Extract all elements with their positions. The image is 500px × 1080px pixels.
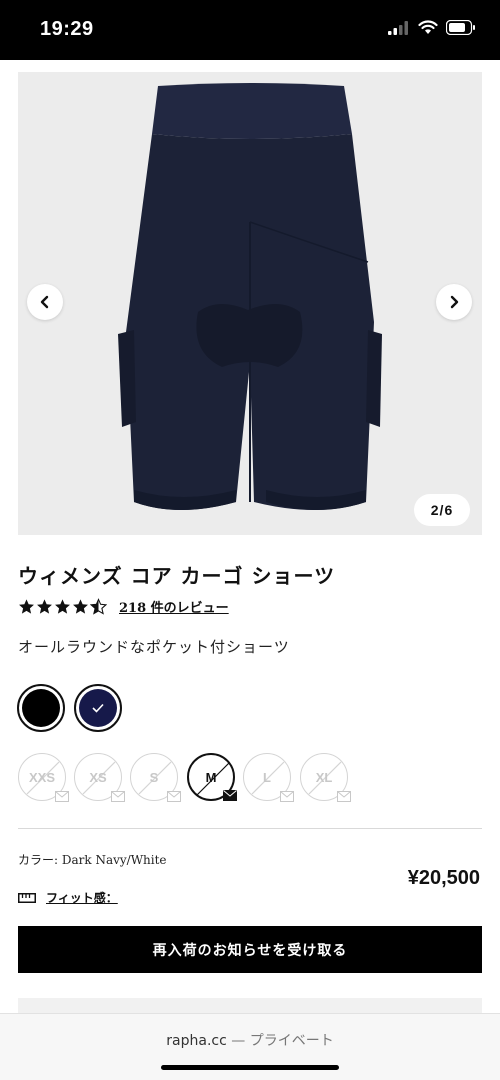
size-option-xs[interactable]: XS (74, 753, 125, 802)
price: ¥20,500 (407, 867, 480, 889)
mail-icon (223, 790, 237, 801)
swatch-fill (22, 689, 60, 727)
reviews-link[interactable]: 218 件のレビュー (119, 597, 229, 616)
color-swatch-black[interactable] (17, 684, 65, 732)
color-swatch-navy[interactable] (74, 684, 122, 732)
product-image (118, 83, 382, 510)
size-option-l[interactable]: L (243, 753, 294, 802)
mail-icon (111, 791, 125, 802)
restock-notify-button[interactable]: 再入荷のお知らせを受け取る (18, 926, 482, 973)
signal-icon (388, 20, 408, 35)
product-gallery[interactable]: 2/6 (18, 72, 482, 535)
mail-icon (280, 791, 294, 802)
star-icon (73, 599, 88, 614)
fit-guide-link[interactable]: フィット感： (18, 889, 118, 906)
swatch-fill (79, 689, 117, 727)
browser-bottom-bar: rapha.cc — プライベート (0, 1013, 500, 1080)
size-label: XXS (28, 769, 55, 785)
ruler-icon (18, 892, 36, 903)
half-star-icon (90, 598, 107, 615)
mail-icon (337, 791, 351, 802)
size-label: XS (89, 769, 107, 785)
address-domain: rapha.cc (166, 1033, 227, 1049)
size-label: S (149, 769, 159, 785)
divider (18, 828, 482, 829)
wifi-icon (418, 20, 438, 34)
size-option-xl[interactable]: XL (300, 753, 351, 802)
status-time: 19:29 (40, 18, 94, 40)
star-icon (55, 599, 70, 614)
rating-stars (18, 598, 107, 615)
private-mode-label: — プライベート (231, 1033, 334, 1049)
address-bar[interactable]: rapha.cc — プライベート (0, 1030, 500, 1050)
size-label: XL (315, 769, 333, 785)
image-counter: 2/6 (414, 494, 470, 526)
home-indicator[interactable] (161, 1065, 339, 1070)
size-option-xxs[interactable]: XXS (18, 753, 69, 802)
product-subtitle: オールラウンドなポケット付ショーツ (18, 638, 290, 656)
fit-label: フィット感： (46, 891, 118, 905)
mail-icon (55, 791, 69, 802)
chevron-left-icon (40, 295, 49, 309)
selected-color-label: カラー: Dark Navy/White (18, 853, 167, 867)
star-icon (19, 599, 34, 614)
status-icons (388, 20, 476, 35)
star-icon (37, 599, 52, 614)
chevron-right-icon (450, 295, 459, 309)
size-option-s[interactable]: S (130, 753, 181, 802)
previous-image-button[interactable] (27, 284, 63, 320)
size-label: M (205, 769, 217, 785)
battery-icon (446, 20, 475, 35)
size-label: L (263, 769, 271, 785)
size-option-m[interactable]: M (187, 753, 237, 801)
next-image-button[interactable] (436, 284, 472, 320)
checkmark-icon (92, 703, 104, 713)
status-bar: 19:29 (0, 0, 500, 60)
mail-icon (167, 791, 181, 802)
product-title: ウィメンズ コア カーゴ ショーツ (18, 564, 336, 588)
rating-row: 218 件のレビュー (18, 597, 229, 616)
